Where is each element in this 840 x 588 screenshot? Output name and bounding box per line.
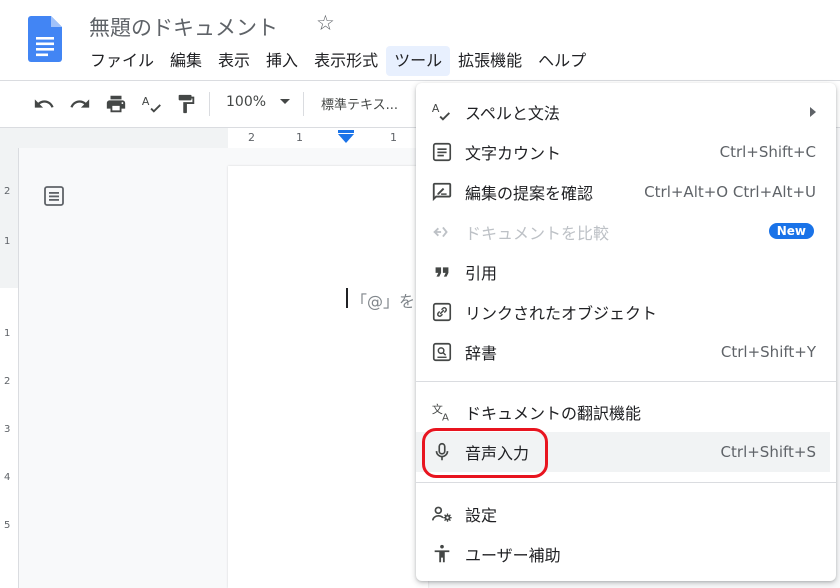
- menu-help[interactable]: ヘルプ: [530, 46, 594, 76]
- svg-text:A: A: [442, 412, 449, 423]
- vruler-mark: 1: [4, 236, 11, 247]
- ruler-mark: 1: [390, 131, 397, 144]
- svg-text:A: A: [432, 102, 440, 115]
- preferences-icon: [430, 502, 454, 526]
- menubar: ファイル 編集 表示 挿入 表示形式 ツール 拡張機能 ヘルプ: [82, 46, 594, 76]
- compare-icon: [430, 220, 454, 244]
- document-title[interactable]: 無題のドキュメント: [89, 12, 278, 42]
- redo-icon[interactable]: [66, 81, 94, 127]
- menu-insert[interactable]: 挿入: [258, 46, 306, 76]
- paragraph-style-select[interactable]: 標準テキス...: [321, 94, 398, 113]
- chevron-down-icon[interactable]: [280, 99, 290, 104]
- vruler-mark: 2: [4, 376, 11, 387]
- quote-icon: [430, 260, 454, 284]
- menu-item-compare-documents: ドキュメントを比較 New: [416, 212, 836, 252]
- star-outline-icon[interactable]: ☆: [316, 11, 335, 35]
- horizontal-ruler[interactable]: [228, 128, 428, 148]
- google-docs-icon[interactable]: [28, 16, 62, 62]
- paint-format-icon[interactable]: [172, 81, 200, 127]
- vruler-mark: 4: [4, 472, 11, 483]
- word-count-icon: [430, 140, 454, 164]
- vruler-mark: 2: [4, 186, 11, 197]
- menu-item-label: 辞書: [465, 344, 498, 363]
- accessibility-icon: [430, 542, 454, 566]
- menu-item-label: スペルと文法: [465, 104, 560, 123]
- menu-extensions[interactable]: 拡張機能: [450, 46, 530, 76]
- menu-edit[interactable]: 編集: [162, 46, 210, 76]
- document-page[interactable]: [228, 166, 428, 588]
- spellcheck-icon: A: [430, 100, 454, 124]
- menu-item-spelling-grammar[interactable]: A スペルと文法: [416, 92, 836, 132]
- ruler-margin: [0, 128, 228, 148]
- menu-item-citations[interactable]: 引用: [416, 252, 836, 292]
- linked-objects-icon: [430, 300, 454, 324]
- submenu-arrow-icon: [810, 107, 816, 117]
- menu-item-accessibility[interactable]: ユーザー補助: [416, 534, 836, 574]
- vruler-mark: 1: [4, 328, 11, 339]
- review-edits-icon: [430, 180, 454, 204]
- menu-item-label: 編集の提案を確認: [465, 184, 594, 203]
- shortcut-text: Ctrl+Shift+S: [720, 443, 816, 461]
- menu-item-linked-objects[interactable]: リンクされたオブジェクト: [416, 292, 836, 332]
- menu-item-preferences[interactable]: 設定: [416, 494, 836, 534]
- menu-item-label: 引用: [465, 264, 498, 283]
- menu-item-label: ドキュメントの翻訳機能: [465, 404, 642, 423]
- menu-format[interactable]: 表示形式: [306, 46, 386, 76]
- menu-item-label: ドキュメントを比較: [465, 224, 610, 243]
- vruler-mark: 5: [4, 520, 11, 531]
- zoom-select[interactable]: 100%: [226, 94, 266, 110]
- menu-item-word-count[interactable]: 文字カウント Ctrl+Shift+C: [416, 132, 836, 172]
- menu-item-label: リンクされたオブジェクト: [465, 304, 658, 323]
- shortcut-text: Ctrl+Shift+Y: [720, 343, 816, 361]
- print-icon[interactable]: [102, 81, 130, 127]
- menu-tools[interactable]: ツール: [386, 46, 451, 76]
- shortcut-text: Ctrl+Shift+C: [719, 143, 816, 161]
- editor-placeholder: 「@」を: [351, 292, 416, 311]
- left-indent-handle[interactable]: [338, 134, 354, 143]
- vertical-ruler-margin: [0, 148, 18, 288]
- menu-file[interactable]: ファイル: [82, 46, 162, 76]
- new-badge: New: [768, 223, 814, 239]
- menu-divider: [416, 482, 836, 483]
- menu-item-label: 設定: [465, 506, 498, 525]
- undo-icon[interactable]: [30, 81, 58, 127]
- toolbar-divider: [209, 92, 210, 116]
- spellcheck-icon[interactable]: A: [138, 81, 166, 127]
- document-outline-icon[interactable]: [42, 184, 66, 208]
- ruler-mark: 2: [248, 131, 255, 144]
- menu-item-review-edits[interactable]: 編集の提案を確認 Ctrl+Alt+O Ctrl+Alt+U: [416, 172, 836, 212]
- shortcut-text: Ctrl+Alt+O Ctrl+Alt+U: [644, 183, 816, 201]
- menu-item-label: ユーザー補助: [465, 546, 561, 565]
- tools-menu: A スペルと文法 文字カウント Ctrl+Shift+C 編集の提案を確認 Ct…: [416, 83, 836, 581]
- ruler-mark: 1: [296, 131, 303, 144]
- first-line-indent-handle[interactable]: [338, 130, 354, 133]
- menu-item-dictionary[interactable]: 辞書 Ctrl+Shift+Y: [416, 332, 836, 372]
- menu-view[interactable]: 表示: [210, 46, 258, 76]
- svg-text:A: A: [142, 95, 150, 108]
- dictionary-icon: [430, 340, 454, 364]
- vruler-mark: 3: [4, 424, 11, 435]
- text-cursor: [346, 288, 348, 308]
- menu-divider: [416, 381, 836, 382]
- toolbar-divider: [303, 92, 304, 116]
- translate-icon: 文A: [430, 400, 454, 424]
- menu-item-translate-document[interactable]: 文A ドキュメントの翻訳機能: [416, 392, 836, 432]
- annotation-highlight-circle: [422, 428, 548, 478]
- menu-item-label: 文字カウント: [465, 144, 562, 163]
